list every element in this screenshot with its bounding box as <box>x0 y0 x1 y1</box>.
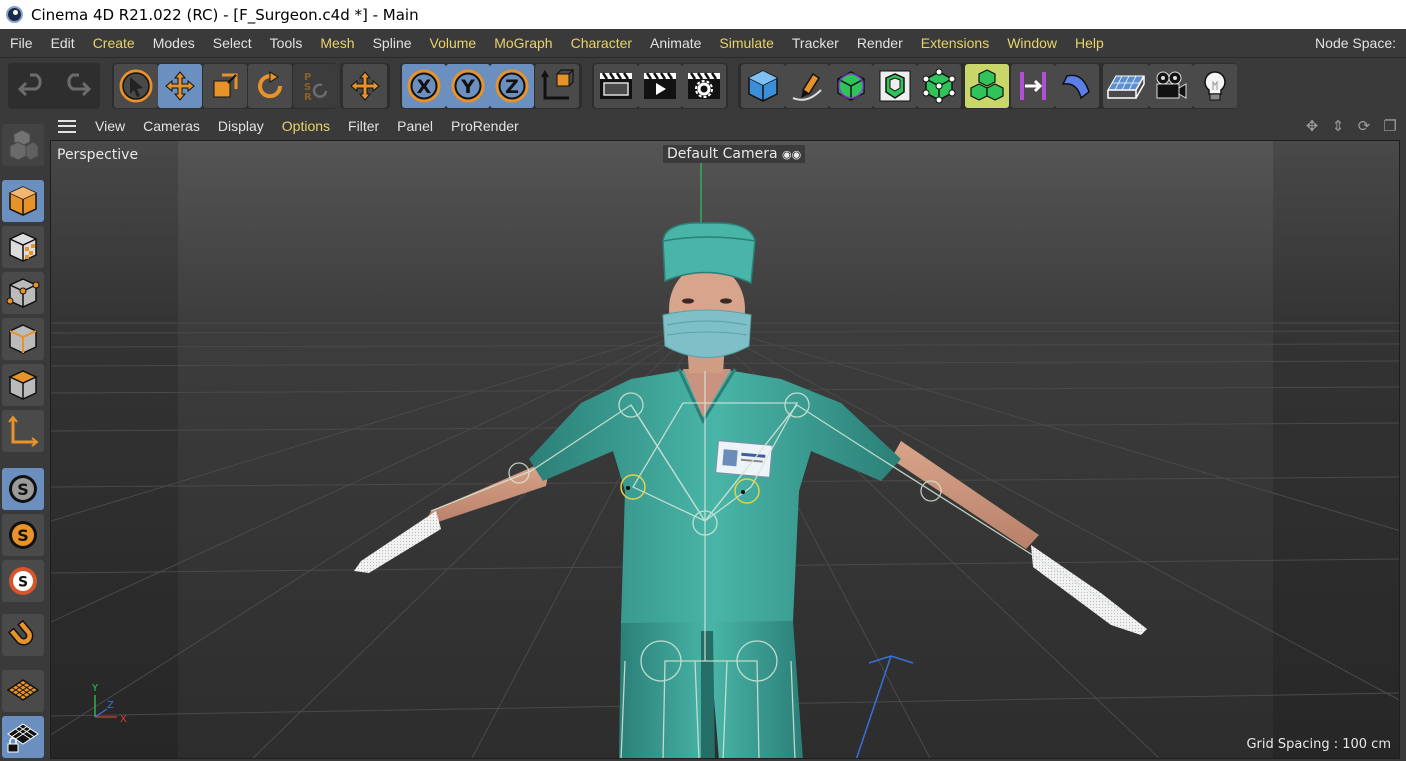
viewport-nav-icons: ✥ ⇕ ⟳ ❐ <box>1302 117 1400 135</box>
x-axis-icon[interactable]: X <box>402 64 446 108</box>
y-axis-icon[interactable]: Y <box>446 64 490 108</box>
menu-modes[interactable]: Modes <box>143 35 203 51</box>
viewport-menu-prorender[interactable]: ProRender <box>442 118 528 134</box>
viewport-menu-icon[interactable] <box>58 119 76 133</box>
viewport-menu-cameras[interactable]: Cameras <box>134 118 209 134</box>
camera-icon[interactable] <box>1149 64 1193 108</box>
window-title: Cinema 4D R21.022 (RC) - [F_Surgeon.c4d … <box>31 5 419 24</box>
viewport-scene: Y Z X <box>51 141 1399 758</box>
cube-icon[interactable] <box>741 64 785 108</box>
bend-icon[interactable] <box>1055 64 1099 108</box>
svg-text:S: S <box>18 575 28 591</box>
svg-text:Y: Y <box>460 76 475 98</box>
menu-character[interactable]: Character <box>561 35 640 51</box>
scale-icon[interactable] <box>203 64 247 108</box>
svg-text:S: S <box>17 480 29 499</box>
active-camera-label[interactable]: Default Camera ◉◉ <box>663 145 806 163</box>
coordinate-system-icon[interactable] <box>535 64 579 108</box>
viewport-menu-bar: View Cameras Display Options Filter Pane… <box>50 112 1406 140</box>
workplane-icon[interactable] <box>2 670 44 712</box>
svg-text:Z: Z <box>505 76 519 98</box>
deformer-icon[interactable] <box>1011 64 1055 108</box>
viewport-frame-right <box>1400 140 1406 761</box>
model-mode-icon[interactable] <box>2 180 44 222</box>
array-icon[interactable] <box>965 64 1009 108</box>
menu-render[interactable]: Render <box>847 35 911 51</box>
svg-text:Y: Y <box>91 683 99 694</box>
svg-text:X: X <box>120 714 127 725</box>
viewport-menu-filter[interactable]: Filter <box>339 118 388 134</box>
active-camera-name: Default Camera <box>667 146 778 162</box>
cinema4d-logo-icon <box>6 6 23 23</box>
make-editable-icon[interactable] <box>2 124 44 166</box>
svg-text:S: S <box>17 526 29 545</box>
viewport-view-name: Perspective <box>57 147 139 163</box>
menu-tools[interactable]: Tools <box>260 35 311 51</box>
pan-icon[interactable]: ✥ <box>1302 117 1322 135</box>
grid-spacing-readout: Grid Spacing : 100 cm <box>1246 737 1391 752</box>
dolly-icon[interactable]: ⇕ <box>1328 117 1348 135</box>
orbit-icon[interactable]: ⟳ <box>1354 117 1374 135</box>
z-axis-icon[interactable]: Z <box>490 64 534 108</box>
snap-icon[interactable]: S <box>2 468 44 510</box>
menu-volume[interactable]: Volume <box>420 35 485 51</box>
menu-animate[interactable]: Animate <box>640 35 709 51</box>
menu-edit[interactable]: Edit <box>41 35 83 51</box>
pen-icon[interactable] <box>785 64 829 108</box>
menu-file[interactable]: File <box>0 35 41 51</box>
viewport-menu-panel[interactable]: Panel <box>388 118 442 134</box>
left-mode-toolbar: S S S <box>0 112 50 761</box>
menu-create[interactable]: Create <box>83 35 143 51</box>
extrude-icon[interactable] <box>873 64 917 108</box>
node-space-label[interactable]: Node Space: <box>1315 35 1396 51</box>
camera-icon: ◉◉ <box>782 148 802 161</box>
menu-help[interactable]: Help <box>1065 35 1112 51</box>
menu-tracker[interactable]: Tracker <box>782 35 847 51</box>
menu-mograph[interactable]: MoGraph <box>484 35 560 51</box>
menu-window[interactable]: Window <box>997 35 1065 51</box>
snap-settings-icon[interactable]: S <box>2 560 44 602</box>
svg-text:Z: Z <box>107 700 114 711</box>
floor-icon[interactable] <box>1103 64 1149 108</box>
menu-simulate[interactable]: Simulate <box>709 35 781 51</box>
menu-extensions[interactable]: Extensions <box>911 35 997 51</box>
cloner-icon[interactable] <box>917 64 961 108</box>
axis-mode-icon[interactable] <box>2 410 44 452</box>
edge-mode-icon[interactable] <box>2 318 44 360</box>
render-view-icon[interactable] <box>594 64 638 108</box>
perspective-viewport[interactable]: Y Z X Perspective Default Camera ◉◉ Grid… <box>50 140 1400 759</box>
menu-spline[interactable]: Spline <box>363 35 420 51</box>
locked-workplane-icon[interactable] <box>2 716 44 758</box>
undo-icon[interactable] <box>12 64 54 108</box>
title-bar: Cinema 4D R21.022 (RC) - [F_Surgeon.c4d … <box>0 0 1406 29</box>
viewport-menu-view[interactable]: View <box>86 118 134 134</box>
main-toolbar: PSR X Y Z <box>0 57 1406 112</box>
viewport-menu-display[interactable]: Display <box>209 118 273 134</box>
redo-icon[interactable] <box>55 64 97 108</box>
point-mode-icon[interactable] <box>2 272 44 314</box>
main-menu-bar: File Edit Create Modes Select Tools Mesh… <box>0 29 1406 57</box>
render-picture-viewer-icon[interactable] <box>638 64 682 108</box>
snap-enabled-icon[interactable]: S <box>2 514 44 556</box>
transform-icon[interactable] <box>343 64 387 108</box>
select-arrow-icon[interactable] <box>114 64 158 108</box>
subdivision-icon[interactable] <box>829 64 873 108</box>
psr-icon[interactable]: PSR <box>293 64 337 108</box>
menu-select[interactable]: Select <box>203 35 260 51</box>
svg-text:X: X <box>417 76 432 98</box>
menu-mesh[interactable]: Mesh <box>310 35 362 51</box>
polygon-mode-icon[interactable] <box>2 364 44 406</box>
rotate-icon[interactable] <box>248 64 292 108</box>
light-icon[interactable] <box>1193 64 1237 108</box>
viewport-menu-options[interactable]: Options <box>273 118 339 134</box>
texture-mode-icon[interactable] <box>2 226 44 268</box>
maximize-icon[interactable]: ❐ <box>1380 117 1400 135</box>
magnet-icon[interactable] <box>2 614 44 656</box>
render-settings-icon[interactable] <box>682 64 726 108</box>
move-icon[interactable] <box>158 64 202 108</box>
svg-text:R: R <box>304 92 312 103</box>
